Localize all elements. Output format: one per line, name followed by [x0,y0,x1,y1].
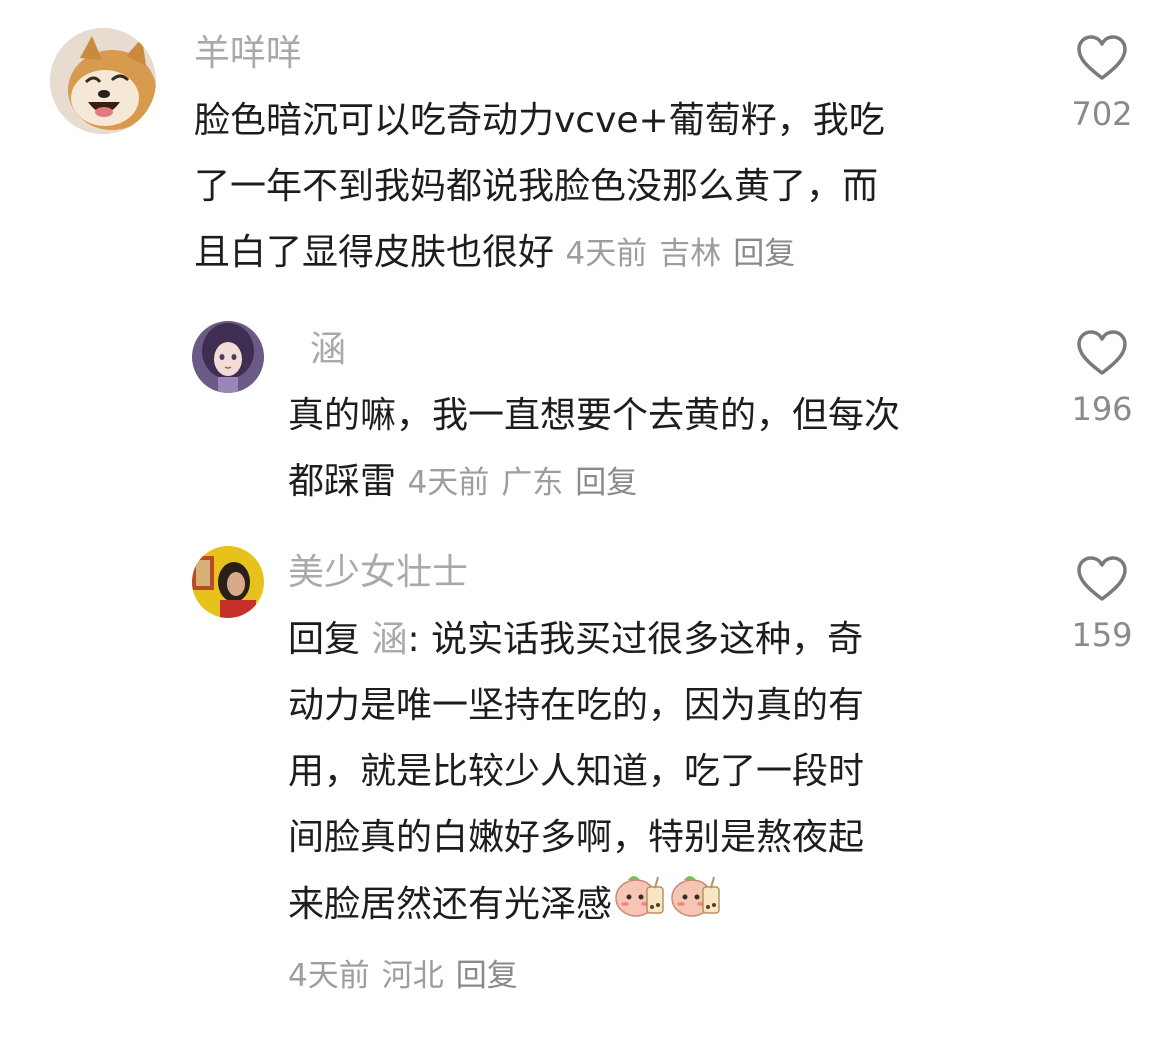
comment-line: 来脸居然还有光泽感 [288,884,613,925]
comment-meta: 4天前 吉林 回复 [565,236,807,272]
comment-text: 脸色暗沉可以吃奇动力vcve+葡萄籽，我吃 了一年不到我妈都说我脸色没那么黄了，… [194,88,1024,287]
comment-line: 都踩雷 [288,461,397,502]
avatar[interactable] [192,546,264,618]
location: 吉林 [659,236,722,272]
username[interactable]: 涵 [310,330,346,370]
username[interactable]: 羊咩咩 [194,34,302,74]
comment-line: 真的嘛，我一直想要个去黄的，但每次 [288,395,901,436]
avatar[interactable] [50,28,156,134]
like-button[interactable]: 196 [1057,329,1147,427]
comment-line: 用，就是比较少人知道，吃了一段时 [288,751,865,792]
comment-line: 说实话我买过很多这种，奇 [431,619,864,660]
comment-meta: 4天前 广东 回复 [407,465,649,501]
comment-line: 了一年不到我妈都说我脸色没那么黄了，而 [194,166,879,207]
reply-colon: : [407,619,420,660]
comment-line: 间脸真的白嫩好多啊，特别是熬夜起 [288,817,865,858]
username[interactable]: 美少女壮士 [288,553,468,593]
heart-icon [1077,556,1127,601]
comment-line: 脸色暗沉可以吃奇动力vcve+葡萄籽，我吃 [194,100,885,141]
like-count: 702 [1071,95,1133,133]
heart-icon [1077,330,1127,375]
like-button[interactable]: 702 [1057,34,1147,132]
reply-button[interactable]: 回复 [575,465,637,501]
timestamp: 4天前 [288,958,370,994]
like-button[interactable]: 159 [1057,555,1147,653]
peach-bubble-tea-emoji-icon [614,871,668,941]
peach-bubble-tea-emoji-icon [670,871,724,941]
timestamp: 4天前 [407,465,490,501]
timestamp: 4天前 [565,236,648,272]
location: 广东 [501,465,564,501]
like-count: 159 [1071,616,1133,654]
shiba-dog-icon [50,28,156,134]
heart-icon [1077,35,1127,80]
comment-text: 回复 涵: 说实话我买过很多这种，奇 动力是唯一坚持在吃的，因为真的有 用，就是… [288,607,1048,941]
reply-prefix: 回复 [288,619,361,660]
comment-text: 真的嘛，我一直想要个去黄的，但每次 都踩雷 4天前 广东 回复 [288,383,1028,516]
anime-girl-icon [192,321,264,393]
mention-username[interactable]: 涵 [371,619,407,660]
location: 河北 [381,958,444,994]
like-count: 196 [1071,390,1133,428]
comment-line: 动力是唯一坚持在吃的，因为真的有 [288,685,865,726]
comment-meta: 4天前 河北 回复 [288,956,530,996]
reply-button[interactable]: 回复 [733,236,795,272]
girl-photo-icon [192,546,264,618]
avatar[interactable] [192,321,264,393]
comment-line: 且白了显得皮肤也很好 [194,232,555,273]
reply-button[interactable]: 回复 [456,958,518,994]
